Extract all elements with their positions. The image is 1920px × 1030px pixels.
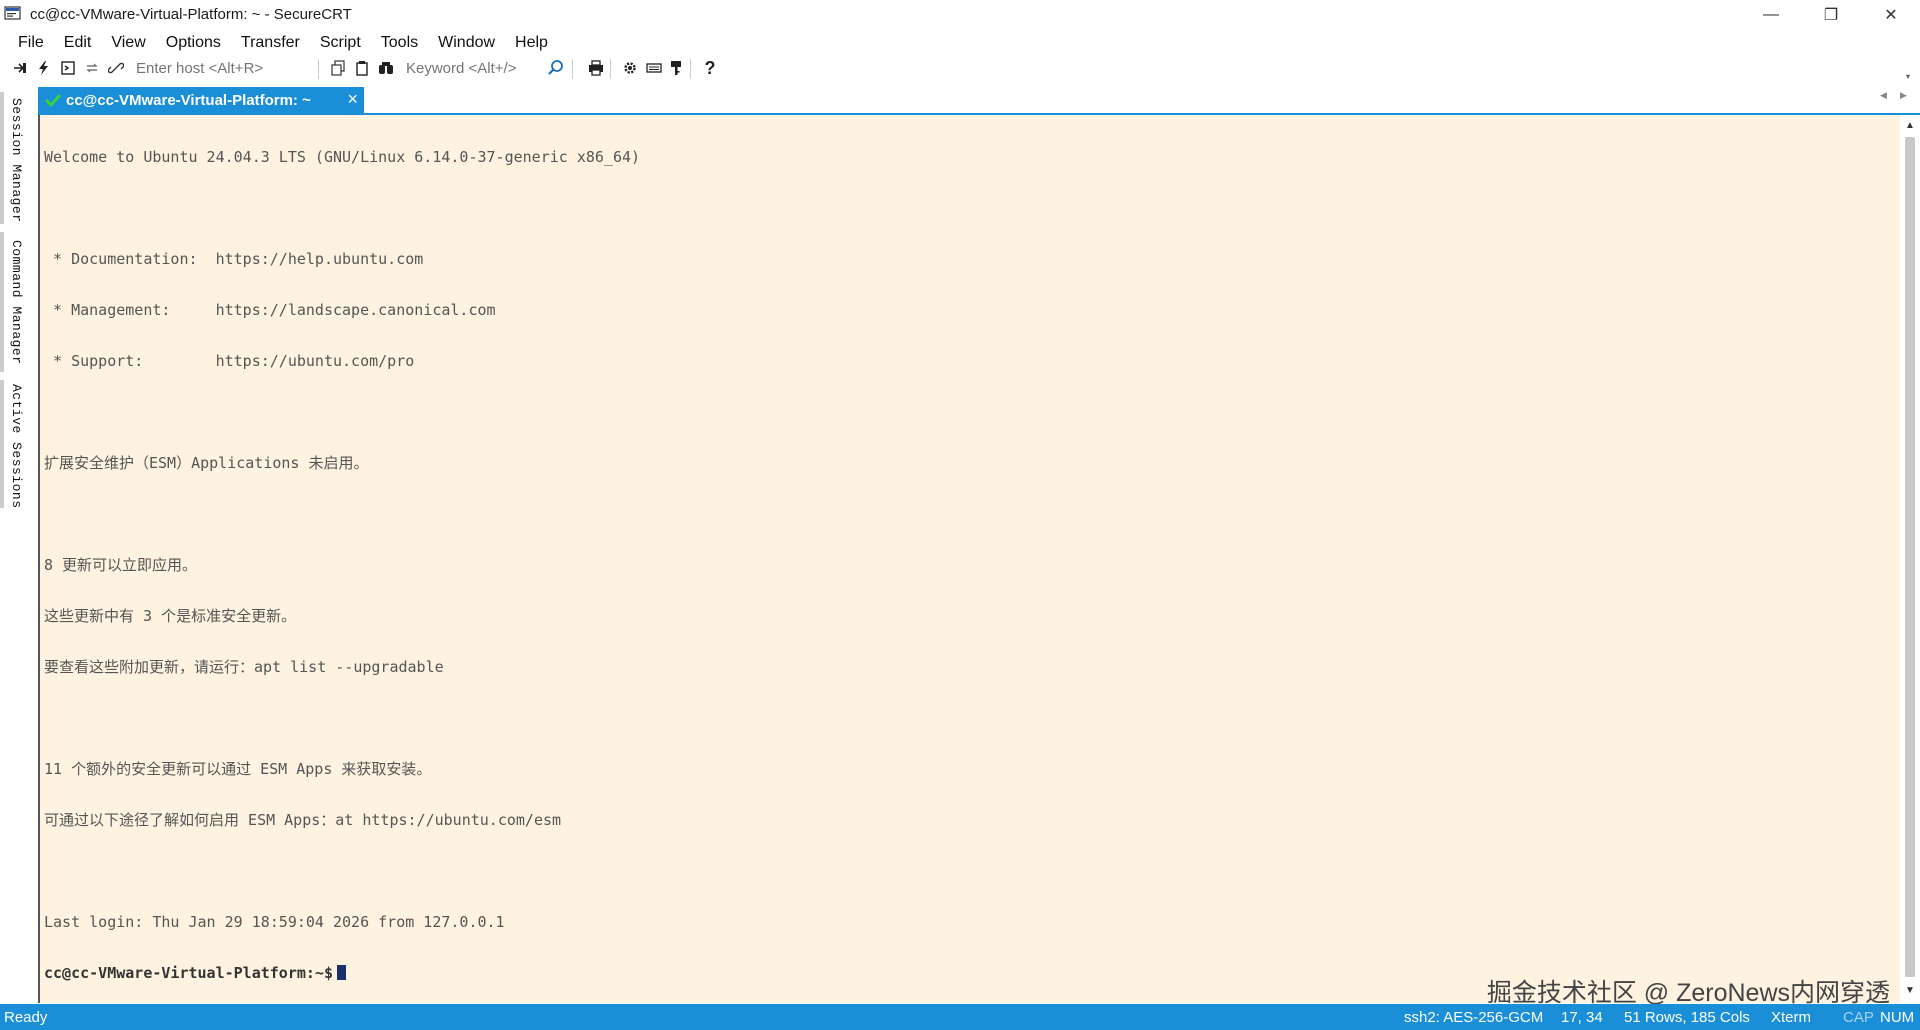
- window-title: cc@cc-VMware-Virtual-Platform: ~ - Secur…: [30, 6, 352, 23]
- help-icon[interactable]: ?: [700, 58, 720, 78]
- menu-file[interactable]: File: [0, 31, 54, 55]
- terminal-line: 要查看这些附加更新，请运行：apt list --upgradable: [44, 658, 444, 676]
- menu-help[interactable]: Help: [505, 31, 558, 55]
- restore-button[interactable]: ❐: [1802, 0, 1860, 30]
- search-icon[interactable]: [546, 58, 566, 78]
- menu-view[interactable]: View: [101, 31, 155, 55]
- terminal-line: 扩展安全维护（ESM）Applications 未启用。: [44, 454, 369, 472]
- menu-transfer[interactable]: Transfer: [231, 31, 310, 55]
- tab-scroll-left-icon[interactable]: ◀: [1880, 90, 1887, 101]
- terminal-scrollbar[interactable]: ▲ ▼: [1900, 115, 1920, 1003]
- print-icon[interactable]: [586, 58, 606, 78]
- menu-bar: File Edit View Options Transfer Script T…: [0, 31, 1920, 55]
- session-tab[interactable]: cc@cc-VMware-Virtual-Platform: ~ ×: [38, 87, 364, 113]
- status-cipher: ssh2: AES-256-GCM: [1404, 1009, 1544, 1026]
- close-window-button[interactable]: ✕: [1862, 0, 1920, 30]
- menu-edit[interactable]: Edit: [54, 31, 102, 55]
- reconnect-icon[interactable]: [82, 58, 102, 78]
- quick-connect-icon[interactable]: [34, 58, 54, 78]
- toolbar-separator: [690, 59, 691, 79]
- toolbar-separator: [318, 59, 319, 79]
- terminal-line: 可通过以下途径了解如何启用 ESM Apps：at https://ubuntu…: [44, 811, 562, 829]
- status-terminal-type: Xterm: [1771, 1009, 1812, 1026]
- status-cursor-position: 17, 34: [1561, 1009, 1603, 1026]
- keygen-icon[interactable]: [666, 58, 686, 78]
- terminal-output: Welcome to Ubuntu 24.04.3 LTS (GNU/Linux…: [44, 115, 640, 1016]
- keyword-input[interactable]: [402, 57, 542, 79]
- minimize-button[interactable]: —: [1742, 0, 1800, 30]
- menu-window[interactable]: Window: [428, 31, 505, 55]
- status-caps-lock: CAP: [1843, 1009, 1874, 1026]
- toolbar-separator: [610, 59, 611, 79]
- connected-check-icon: [44, 93, 62, 108]
- keymap-icon[interactable]: [644, 58, 664, 78]
- title-bar: cc@cc-VMware-Virtual-Platform: ~ - Secur…: [0, 0, 1920, 30]
- status-ready: Ready: [4, 1009, 48, 1026]
- disconnect-icon[interactable]: [106, 58, 126, 78]
- terminal-line: * Support: https://ubuntu.com/pro: [44, 352, 415, 370]
- paste-icon[interactable]: [352, 58, 372, 78]
- terminal-cursor: [336, 965, 346, 980]
- restore-icon: ❐: [1823, 7, 1839, 24]
- terminal-line: * Management: https://landscape.canonica…: [44, 301, 496, 319]
- side-tab-indicator: [0, 92, 4, 224]
- close-tab-icon[interactable]: ×: [347, 89, 358, 110]
- tab-active-sessions[interactable]: Active Sessions: [9, 384, 24, 509]
- menu-tools[interactable]: Tools: [371, 31, 428, 55]
- scroll-up-icon[interactable]: ▲: [1905, 120, 1915, 131]
- terminal-area[interactable]: Welcome to Ubuntu 24.04.3 LTS (GNU/Linux…: [38, 115, 1900, 1003]
- prompt-line: cc@cc-VMware-Virtual-Platform:~$: [44, 965, 640, 982]
- tab-scroll-right-icon[interactable]: ▶: [1900, 90, 1907, 101]
- toolbar-separator: [572, 59, 573, 79]
- connect-tab-icon[interactable]: [58, 58, 78, 78]
- close-icon: ✕: [1884, 7, 1898, 24]
- terminal-line: 8 更新可以立即应用。: [44, 556, 198, 574]
- find-icon[interactable]: [376, 58, 396, 78]
- terminal-line: * Documentation: https://help.ubuntu.com: [44, 250, 424, 268]
- host-input[interactable]: [132, 57, 312, 79]
- menu-script[interactable]: Script: [310, 31, 371, 55]
- connect-icon[interactable]: [10, 58, 30, 78]
- session-tab-label: cc@cc-VMware-Virtual-Platform: ~: [66, 91, 311, 109]
- shell-prompt: cc@cc-VMware-Virtual-Platform:~$: [44, 964, 333, 982]
- terminal-line: Last login: Thu Jan 29 18:59:04 2026 fro…: [44, 913, 505, 931]
- minimize-icon: —: [1763, 6, 1779, 23]
- securecrt-app-icon[interactable]: [4, 5, 21, 22]
- status-bar: Ready ssh2: AES-256-GCM 17, 34 51 Rows, …: [0, 1004, 1920, 1030]
- settings-icon[interactable]: [620, 58, 640, 78]
- tab-session-manager[interactable]: Session Manager: [9, 98, 24, 223]
- scrollbar-thumb[interactable]: [1905, 137, 1915, 977]
- copy-icon[interactable]: [328, 58, 348, 78]
- terminal-line: Welcome to Ubuntu 24.04.3 LTS (GNU/Linux…: [44, 148, 641, 166]
- scroll-down-icon[interactable]: ▼: [1905, 985, 1915, 996]
- side-tab-indicator: [0, 232, 4, 372]
- tab-command-manager[interactable]: Command Manager: [9, 240, 24, 365]
- menu-options[interactable]: Options: [156, 31, 231, 55]
- side-dock: Session Manager Command Manager Active S…: [0, 92, 36, 1004]
- status-num-lock: NUM: [1880, 1009, 1915, 1026]
- terminal-line: 11 个额外的安全更新可以通过 ESM Apps 来获取安装。: [44, 760, 432, 778]
- toolbar-overflow-icon[interactable]: ▾: [1906, 72, 1910, 81]
- status-terminal-size: 51 Rows, 185 Cols: [1624, 1009, 1750, 1026]
- terminal-line: 这些更新中有 3 个是标准安全更新。: [44, 607, 297, 625]
- side-tab-indicator: [0, 380, 4, 508]
- toolbar: ? ▾: [0, 56, 1920, 82]
